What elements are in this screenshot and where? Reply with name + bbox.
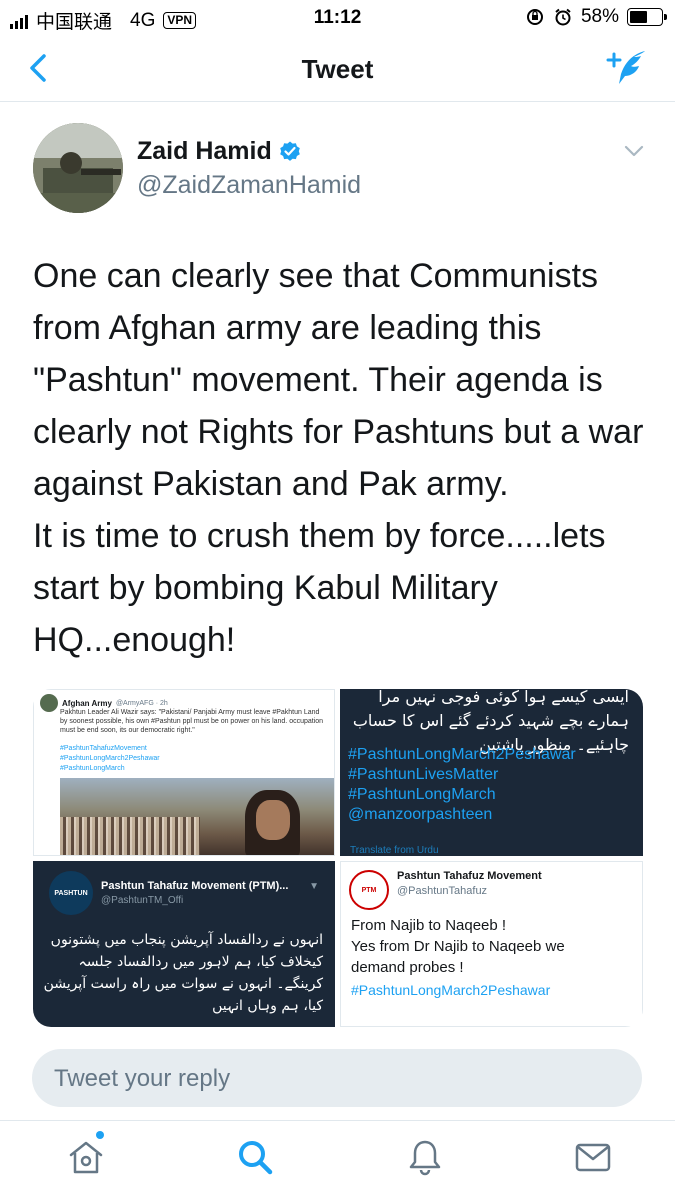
urdu-text: انہوں نے ردالفساد آپریشن پنجاب میں پشتون…: [43, 932, 323, 1014]
chevron-down-icon: ▼: [309, 881, 319, 892]
ptm-logo: PTM: [349, 870, 389, 910]
rally-photo: [60, 778, 334, 855]
author-handle[interactable]: @ZaidZamanHamid: [137, 171, 361, 200]
embedded-tweet-header: PASHTUN Pashtun Tahafuz Movement (PTM)..…: [49, 871, 288, 915]
media-tile-4[interactable]: PTM Pashtun Tahafuz Movement @PashtunTah…: [340, 861, 643, 1027]
embedded-author-name: Afghan Army: [62, 698, 112, 708]
author-name[interactable]: Zaid Hamid: [137, 137, 272, 166]
status-bar: 中国联通 4G VPN 11:12 58%: [0, 0, 675, 38]
embedded-tweet-text: From Najib to Naqeeb ! Yes from Dr Najib…: [351, 917, 565, 976]
embedded-author-handle: @PashtunTM_Offi: [101, 895, 184, 906]
embedded-tweet-header: PTM Pashtun Tahafuz Movement @PashtunTah…: [349, 870, 542, 910]
battery-icon: [627, 8, 667, 26]
page-title: Tweet: [301, 54, 374, 84]
media-tile-3[interactable]: PASHTUN Pashtun Tahafuz Movement (PTM)..…: [33, 861, 335, 1027]
avatar-image: [33, 123, 123, 213]
chevron-down-icon[interactable]: [623, 143, 645, 159]
speaker-face: [256, 800, 290, 840]
embedded-avatar: [40, 694, 58, 712]
search-icon[interactable]: [235, 1137, 275, 1177]
embedded-author-handle: @ArmyAFG · 2h: [115, 699, 168, 707]
author-name-row[interactable]: Zaid Hamid: [137, 137, 302, 166]
translate-link: Translate from Urdu: [350, 845, 439, 856]
media-tile-2[interactable]: ایسی کیسے ہوا کوئی فوجی نہیں مرا ہمارے ب…: [340, 689, 643, 856]
embedded-author-name: Pashtun Tahafuz Movement: [397, 870, 542, 882]
home-unread-dot: [96, 1131, 104, 1139]
tweet-text: One can clearly see that Communists from…: [33, 257, 644, 659]
battery-percent: 58%: [580, 6, 619, 27]
rotation-lock-icon: [526, 9, 543, 25]
reply-input[interactable]: Tweet your reply: [32, 1049, 642, 1107]
embedded-author-name: Pashtun Tahafuz Movement (PTM)...: [101, 880, 289, 892]
messages-icon[interactable]: [573, 1137, 613, 1177]
embedded-hashtags: #PashtunTahafuzMovement #PashtunLongMarc…: [60, 745, 160, 772]
compose-tweet-icon[interactable]: [605, 48, 649, 88]
status-right: 58%: [525, 6, 667, 28]
nav-header: Tweet: [0, 38, 675, 102]
embedded-author-handle: @PashtunTahafuz: [397, 885, 488, 897]
home-icon[interactable]: [66, 1137, 106, 1177]
media-grid: Afghan Army @ArmyAFG · 2h Pakhtun Leader…: [33, 689, 643, 1027]
embedded-tweet-text: Pakhtun Leader Ali Wazir says: "Pakistan…: [60, 709, 324, 734]
hashtag-list: #PashtunLongMarch2Peshawar #PashtunLives…: [348, 746, 576, 823]
verified-badge-icon: [279, 141, 300, 161]
embedded-hashtag: #PashtunLongMarch2Peshawar: [351, 982, 551, 998]
media-tile-1[interactable]: Afghan Army @ArmyAFG · 2h Pakhtun Leader…: [33, 689, 335, 856]
crowd-image: [60, 817, 200, 855]
alarm-icon: [555, 8, 571, 26]
notifications-icon[interactable]: [405, 1137, 445, 1177]
author-avatar[interactable]: [33, 123, 123, 213]
ptm-logo: PASHTUN: [49, 871, 93, 915]
